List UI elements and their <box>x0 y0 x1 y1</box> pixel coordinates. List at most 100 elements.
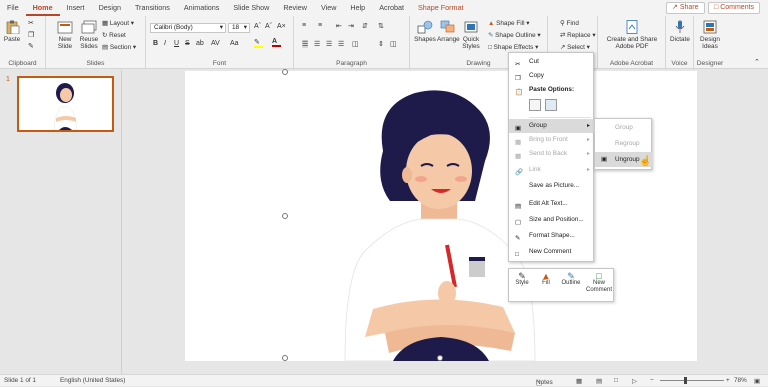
submenu-item-regroup[interactable]: Regroup <box>595 136 653 151</box>
copy-icon[interactable]: ❐ <box>28 31 34 39</box>
dictate-button[interactable]: Dictate <box>668 20 692 43</box>
zoom-out-icon[interactable]: − <box>650 377 654 384</box>
decrease-indent-icon[interactable]: ⇤ <box>336 22 342 30</box>
replace-button[interactable]: ⇄ Replace ▾ <box>560 31 596 39</box>
case-button[interactable]: Aa <box>230 40 239 47</box>
new-comment-button[interactable]: □ New Comment <box>585 272 613 294</box>
normal-view-icon[interactable]: ▦ <box>576 377 582 385</box>
columns-icon[interactable]: ◫ <box>352 40 359 48</box>
menu-item-group[interactable]: ▣ Group ▸ <box>509 119 595 133</box>
italic-button[interactable]: I <box>164 40 166 47</box>
reuse-slides-button[interactable]: Reuse Slides <box>78 20 100 50</box>
tab-file[interactable]: File <box>0 0 26 16</box>
font-color-button[interactable]: A <box>272 38 281 47</box>
reading-view-icon[interactable]: □ <box>614 377 618 384</box>
highlight-button[interactable]: ✎ <box>254 38 263 48</box>
font-size-select[interactable]: 18 ▾ <box>228 23 250 33</box>
menu-item-link[interactable]: 🔗 Link ▸ <box>509 163 595 177</box>
shape-fill-button[interactable]: ▲ Shape Fill ▾ <box>488 19 530 27</box>
tab-help[interactable]: Help <box>343 0 372 16</box>
paste-keep-source-icon[interactable] <box>529 99 541 111</box>
tab-home[interactable]: Home <box>25 0 60 16</box>
reset-button[interactable]: ↻ Reset <box>102 31 126 39</box>
cut-icon[interactable]: ✂ <box>28 19 34 27</box>
woman-illustration[interactable] <box>185 71 697 362</box>
design-ideas-button[interactable]: Design Ideas <box>697 20 723 50</box>
shrink-font-icon[interactable]: Aˇ <box>265 23 272 30</box>
shape-effects-button[interactable]: □ Shape Effects ▾ <box>488 43 538 51</box>
align-text-icon[interactable]: ⇕ <box>378 40 384 48</box>
zoom-in-icon[interactable]: + <box>726 377 730 384</box>
fill-button[interactable]: ▲ Fill <box>535 272 557 287</box>
menu-item-size-position[interactable]: ▢ Size and Position... <box>509 213 595 227</box>
underline-button[interactable]: U <box>174 40 179 47</box>
quick-styles-button[interactable]: Quick Styles <box>460 20 482 50</box>
selection-handle[interactable] <box>437 355 443 361</box>
slide-thumbnail[interactable] <box>17 76 114 132</box>
menu-item-save-picture[interactable]: Save as Picture... <box>509 179 595 193</box>
find-button[interactable]: ⚲ Find <box>560 19 579 27</box>
align-center-icon[interactable]: ☰ <box>314 40 320 48</box>
collapse-ribbon-icon[interactable]: ⌃ <box>754 58 760 66</box>
bullets-icon[interactable]: ≡ <box>302 22 306 29</box>
menu-item-bring-front[interactable]: ▩ Bring to Front ▸ <box>509 133 595 147</box>
justify-icon[interactable]: ☰ <box>338 40 344 48</box>
tab-design[interactable]: Design <box>92 0 128 16</box>
tab-review[interactable]: Review <box>276 0 314 16</box>
menu-item-format-shape[interactable]: ✎ Format Shape... <box>509 229 595 243</box>
numbering-icon[interactable]: ≡ <box>318 22 322 29</box>
comments-button[interactable]: □ Comments <box>708 2 761 14</box>
menu-item-copy[interactable]: ❐ Copy <box>509 69 595 83</box>
font-name-select[interactable]: Calibri (Body) ▾ <box>150 23 226 33</box>
shadow-button[interactable]: ab <box>196 40 204 47</box>
select-button[interactable]: ↗ Select ▾ <box>560 43 590 51</box>
outline-button[interactable]: ✎ Outline <box>559 272 583 287</box>
zoom-slider[interactable] <box>660 380 724 381</box>
submenu-item-group[interactable]: Group <box>595 120 653 135</box>
bold-button[interactable]: B <box>153 40 158 47</box>
selection-handle[interactable] <box>282 69 288 75</box>
share-button[interactable]: ↗ Share <box>666 2 705 14</box>
shape-outline-button[interactable]: ✎ Shape Outline ▾ <box>488 31 541 39</box>
slide-sorter-icon[interactable]: ▤ <box>596 377 602 385</box>
tab-view[interactable]: View <box>314 0 343 16</box>
zoom-thumb[interactable] <box>684 377 687 384</box>
zoom-level[interactable]: 78% <box>734 377 747 384</box>
tab-transitions[interactable]: Transitions <box>128 0 177 16</box>
tab-insert[interactable]: Insert <box>60 0 92 16</box>
paste-picture-icon[interactable] <box>545 99 557 111</box>
align-right-icon[interactable]: ☰ <box>326 40 332 48</box>
arrange-button[interactable]: Arrange <box>437 20 460 43</box>
language-status[interactable]: English (United States) <box>60 377 125 384</box>
smartart-icon[interactable]: ◫ <box>390 40 397 48</box>
layout-button[interactable]: ▦ Layout ▾ <box>102 19 134 27</box>
text-direction-icon[interactable]: ⇅ <box>378 22 384 30</box>
menu-item-alt-text[interactable]: ▤ Edit Alt Text... <box>509 197 595 211</box>
menu-item-send-back[interactable]: ▩ Send to Back ▸ <box>509 147 595 161</box>
tab-slide-show[interactable]: Slide Show <box>226 0 276 16</box>
selection-handle[interactable] <box>282 355 288 361</box>
menu-item-cut[interactable]: ✂ Cut <box>509 55 595 69</box>
section-button[interactable]: ▤ Section ▾ <box>102 43 136 51</box>
tab-animations[interactable]: Animations <box>177 0 227 16</box>
style-button[interactable]: ✎ Style <box>511 272 533 287</box>
slide[interactable] <box>185 69 697 362</box>
line-spacing-icon[interactable]: ⇵ <box>362 22 368 30</box>
shapes-button[interactable]: Shapes <box>414 20 436 43</box>
grow-font-icon[interactable]: Aˆ <box>254 23 261 30</box>
paste-button[interactable]: Paste <box>3 20 21 43</box>
increase-indent-icon[interactable]: ⇥ <box>348 22 354 30</box>
tab-shape-format[interactable]: Shape Format <box>411 0 471 16</box>
format-painter-icon[interactable]: ✎ <box>28 42 34 50</box>
spacing-button[interactable]: AV <box>211 40 220 47</box>
strike-button[interactable]: S <box>185 40 190 47</box>
selection-handle[interactable] <box>282 213 288 219</box>
create-share-pdf-button[interactable]: Create and Share Adobe PDF <box>602 20 662 50</box>
submenu-item-ungroup[interactable]: ▣ Ungroup ☝ <box>595 152 653 167</box>
fit-window-icon[interactable]: ▣ <box>754 377 760 385</box>
clear-format-icon[interactable]: A× <box>277 23 286 30</box>
menu-item-new-comment[interactable]: □ New Comment <box>509 245 595 259</box>
align-left-icon[interactable]: ☰ <box>302 40 309 48</box>
new-slide-button[interactable]: New Slide <box>54 20 76 50</box>
tab-acrobat[interactable]: Acrobat <box>372 0 411 16</box>
